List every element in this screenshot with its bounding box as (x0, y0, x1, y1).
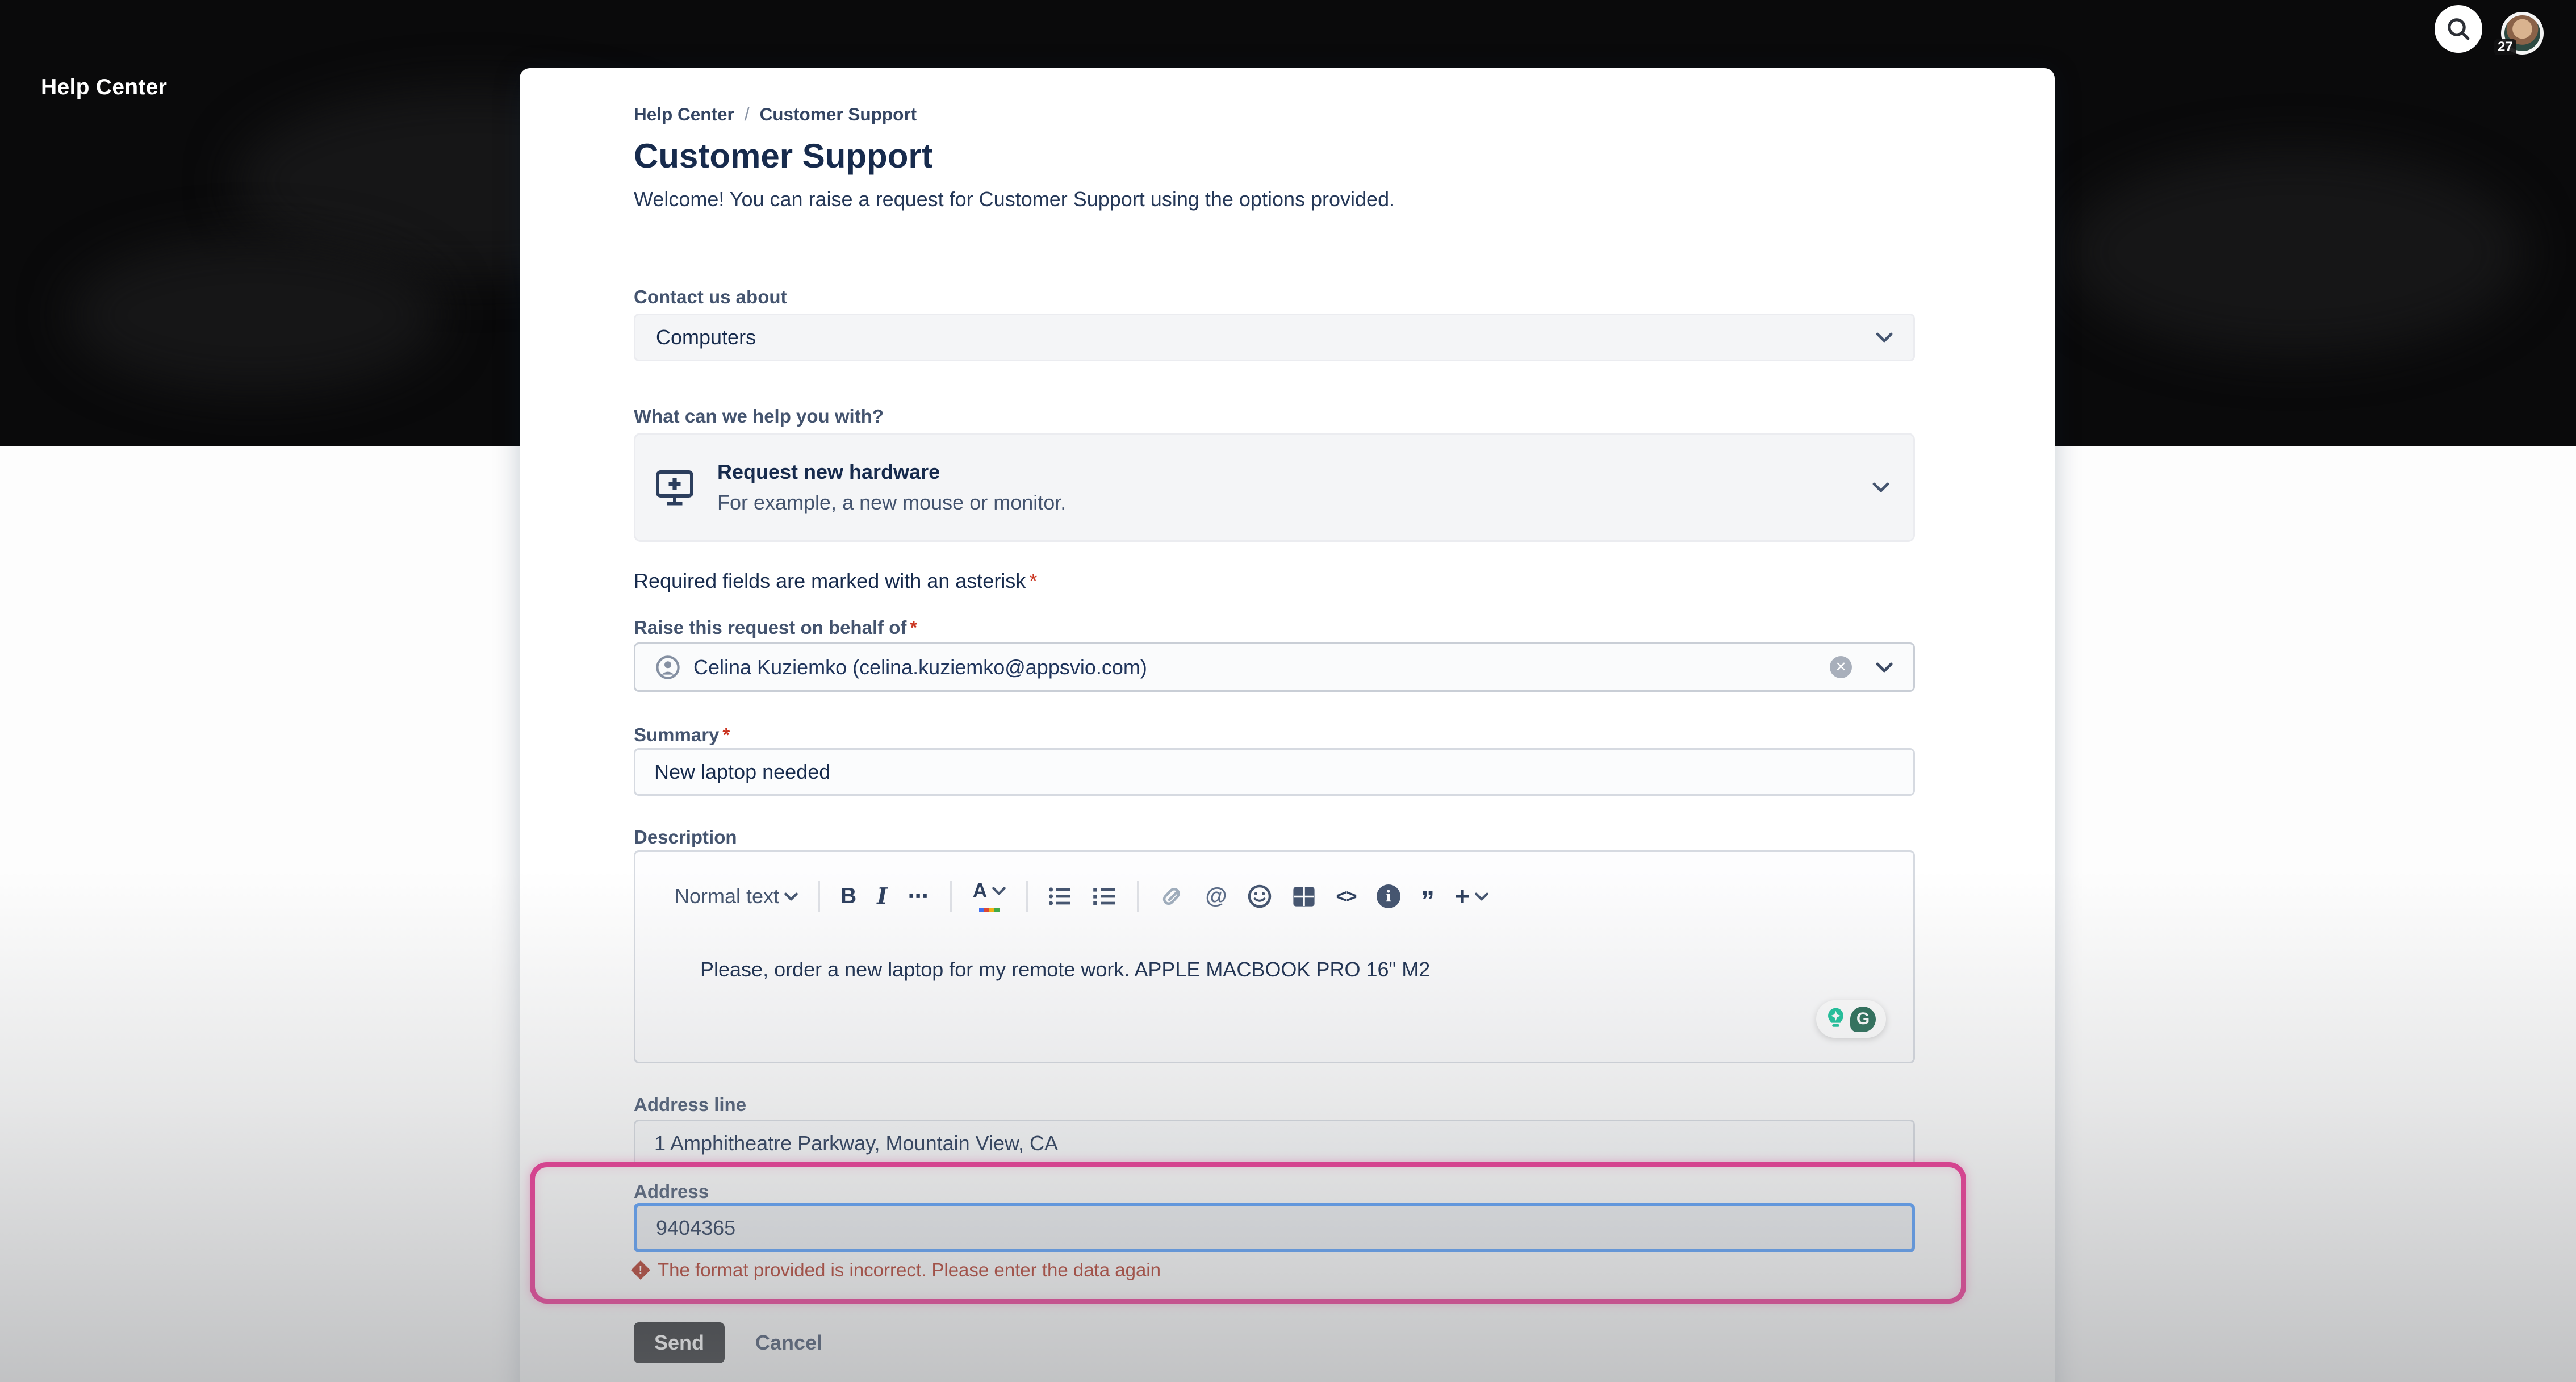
cancel-button[interactable]: Cancel (755, 1331, 822, 1355)
send-button[interactable]: Send (634, 1322, 725, 1363)
chevron-down-icon (1876, 332, 1893, 343)
info-panel-icon[interactable]: i (1377, 884, 1400, 908)
bold-icon[interactable]: B (840, 884, 856, 909)
page-title: Customer Support (634, 136, 1915, 176)
notification-count-badge: 27 (2494, 39, 2516, 55)
address-highlight-annotation (530, 1162, 1966, 1304)
contact-about-select[interactable]: Computers (634, 314, 1915, 361)
italic-icon[interactable]: I (877, 883, 887, 909)
behalf-value: Celina Kuziemko (celina.kuziemko@appsvio… (693, 655, 1147, 679)
new-hardware-icon (653, 465, 697, 510)
helpcenter-brand[interactable]: Help Center (41, 75, 167, 100)
quote-icon[interactable]: ” (1421, 893, 1435, 910)
emoji-icon[interactable] (1248, 884, 1272, 908)
grammarly-suggestion-icon (1826, 1007, 1845, 1031)
bullet-list-icon[interactable] (1048, 886, 1072, 907)
text-color-dropdown[interactable]: A (972, 880, 1006, 912)
help-center-page: Help Center 27 Help Center / Customer Su… (0, 0, 2576, 1382)
help-with-label: What can we help you with? (634, 406, 1915, 427)
required-asterisk: * (722, 724, 730, 745)
mention-icon[interactable]: @ (1205, 884, 1227, 909)
request-type-select[interactable]: Request new hardware For example, a new … (634, 433, 1915, 542)
link-icon[interactable] (1159, 884, 1185, 908)
form-actions: Send Cancel (634, 1322, 1915, 1363)
summary-input[interactable]: New laptop needed (634, 748, 1915, 796)
search-button[interactable] (2435, 5, 2482, 53)
person-icon (656, 655, 680, 679)
breadcrumb-help-center[interactable]: Help Center (634, 104, 734, 125)
required-asterisk: * (910, 617, 917, 638)
description-label: Description (634, 826, 1915, 848)
table-icon[interactable] (1292, 886, 1316, 908)
contact-about-value: Computers (656, 325, 756, 349)
editor-toolbar: Normal text B I ⋯ A (675, 872, 1488, 920)
behalf-select[interactable]: Celina Kuziemko (celina.kuziemko@appsvio… (634, 642, 1915, 692)
clear-selection-icon[interactable]: ✕ (1830, 656, 1852, 678)
search-icon (2447, 17, 2470, 41)
description-content[interactable]: Please, order a new laptop for my remote… (700, 958, 1430, 982)
request-type-subtitle: For example, a new mouse or monitor. (717, 491, 1066, 515)
more-formatting-icon[interactable]: ⋯ (908, 884, 930, 908)
address-line-value: 1 Amphitheatre Parkway, Mountain View, C… (654, 1132, 1058, 1155)
behalf-label: Raise this request on behalf of* (634, 617, 1915, 638)
code-icon[interactable]: <> (1336, 886, 1357, 907)
breadcrumb-separator: / (745, 104, 750, 125)
request-type-title: Request new hardware (717, 460, 1066, 484)
welcome-text: Welcome! You can raise a request for Cus… (634, 187, 1915, 211)
required-fields-note: Required fields are marked with an aster… (634, 569, 1915, 593)
chevron-down-icon[interactable] (1876, 662, 1893, 673)
breadcrumb: Help Center / Customer Support (634, 104, 1915, 125)
summary-value: New laptop needed (654, 760, 830, 784)
summary-label: Summary* (634, 724, 1915, 746)
required-asterisk: * (1029, 569, 1037, 592)
chevron-down-icon (1872, 482, 1889, 492)
breadcrumb-customer-support[interactable]: Customer Support (760, 104, 917, 125)
description-editor[interactable]: Normal text B I ⋯ A (634, 850, 1915, 1063)
contact-about-label: Contact us about (634, 286, 1915, 308)
insert-more-dropdown[interactable]: + (1455, 882, 1488, 911)
address-line-input[interactable]: 1 Amphitheatre Parkway, Mountain View, C… (634, 1120, 1915, 1167)
grammarly-widget[interactable]: G (1816, 1000, 1886, 1038)
numbered-list-icon[interactable] (1093, 886, 1116, 907)
cloud-decoration (2065, 150, 2525, 354)
address-line-label: Address line (634, 1094, 1915, 1116)
text-style-dropdown[interactable]: Normal text (675, 884, 798, 908)
cloud-decoration (68, 239, 443, 392)
grammarly-logo: G (1850, 1007, 1876, 1032)
